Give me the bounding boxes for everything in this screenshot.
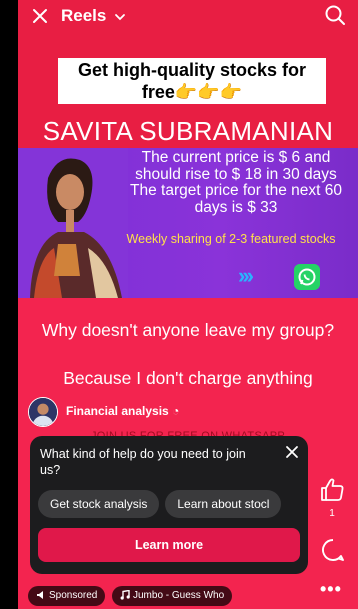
ad-person-name: SAVITA SUBRAMANIAN <box>42 116 334 146</box>
sponsored-pill: Sponsored <box>28 586 106 606</box>
account-name[interactable]: Financial analysis ◔ <box>66 404 179 418</box>
account-name-text: Financial analysis <box>66 404 169 418</box>
headline-free: free <box>141 82 175 102</box>
chip-learn-stocks[interactable]: Learn about stocl <box>165 490 282 518</box>
pointing-hand-icon: 👉👉👉 <box>174 82 243 102</box>
reel-screen: Get high-quality stocks for free👉👉👉 SAVI… <box>0 0 358 609</box>
chip-stock-analysis[interactable]: Get stock analysis <box>38 490 160 518</box>
price-text: The current price is $ 6 and should rise… <box>130 149 342 216</box>
music-note-icon <box>120 590 130 600</box>
answer-chips: Get stock analysis Learn about stocl <box>38 490 300 518</box>
music-label: Jumbo - Guess Who <box>133 590 225 601</box>
avatar[interactable] <box>28 397 58 427</box>
question-card: What kind of help do you need to join us… <box>30 436 308 574</box>
megaphone-icon <box>37 591 43 600</box>
whatsapp-icon <box>294 264 320 290</box>
learn-more-button[interactable]: Learn more <box>38 528 300 562</box>
question-2: Because I don't charge anything <box>63 368 313 388</box>
sponsored-label: Sponsored <box>49 590 98 601</box>
more-options-icon[interactable]: ••• <box>320 579 342 600</box>
question-1: Why doesn't anyone leave my group? <box>41 320 335 340</box>
comment-icon[interactable] <box>320 537 346 563</box>
top-bar: Reels <box>18 0 358 32</box>
woman-photo <box>18 148 128 298</box>
close-icon[interactable] <box>30 6 50 26</box>
left-edge <box>0 0 18 609</box>
chevron-down-icon[interactable] <box>114 11 126 23</box>
music-pill[interactable]: Jumbo - Guess Who <box>112 586 233 606</box>
verified-badge-icon: ◔ <box>172 404 180 418</box>
weekly-text: Weekly sharing of 2-3 featured stocks <box>126 232 336 246</box>
arrows-icon: ››› <box>238 263 254 288</box>
card-question: What kind of help do you need to join us… <box>40 447 246 477</box>
headline-line1: Get high-quality stocks for <box>77 60 307 80</box>
ad-headline: Get high-quality stocks for free👉👉👉 <box>58 58 326 104</box>
like-count: 1 <box>329 508 335 519</box>
headline-line2: free👉👉👉 <box>141 81 243 103</box>
search-icon[interactable] <box>324 4 346 26</box>
reels-title[interactable]: Reels <box>61 6 106 26</box>
close-icon[interactable] <box>284 444 300 460</box>
thumbs-up-icon[interactable] <box>318 476 346 504</box>
